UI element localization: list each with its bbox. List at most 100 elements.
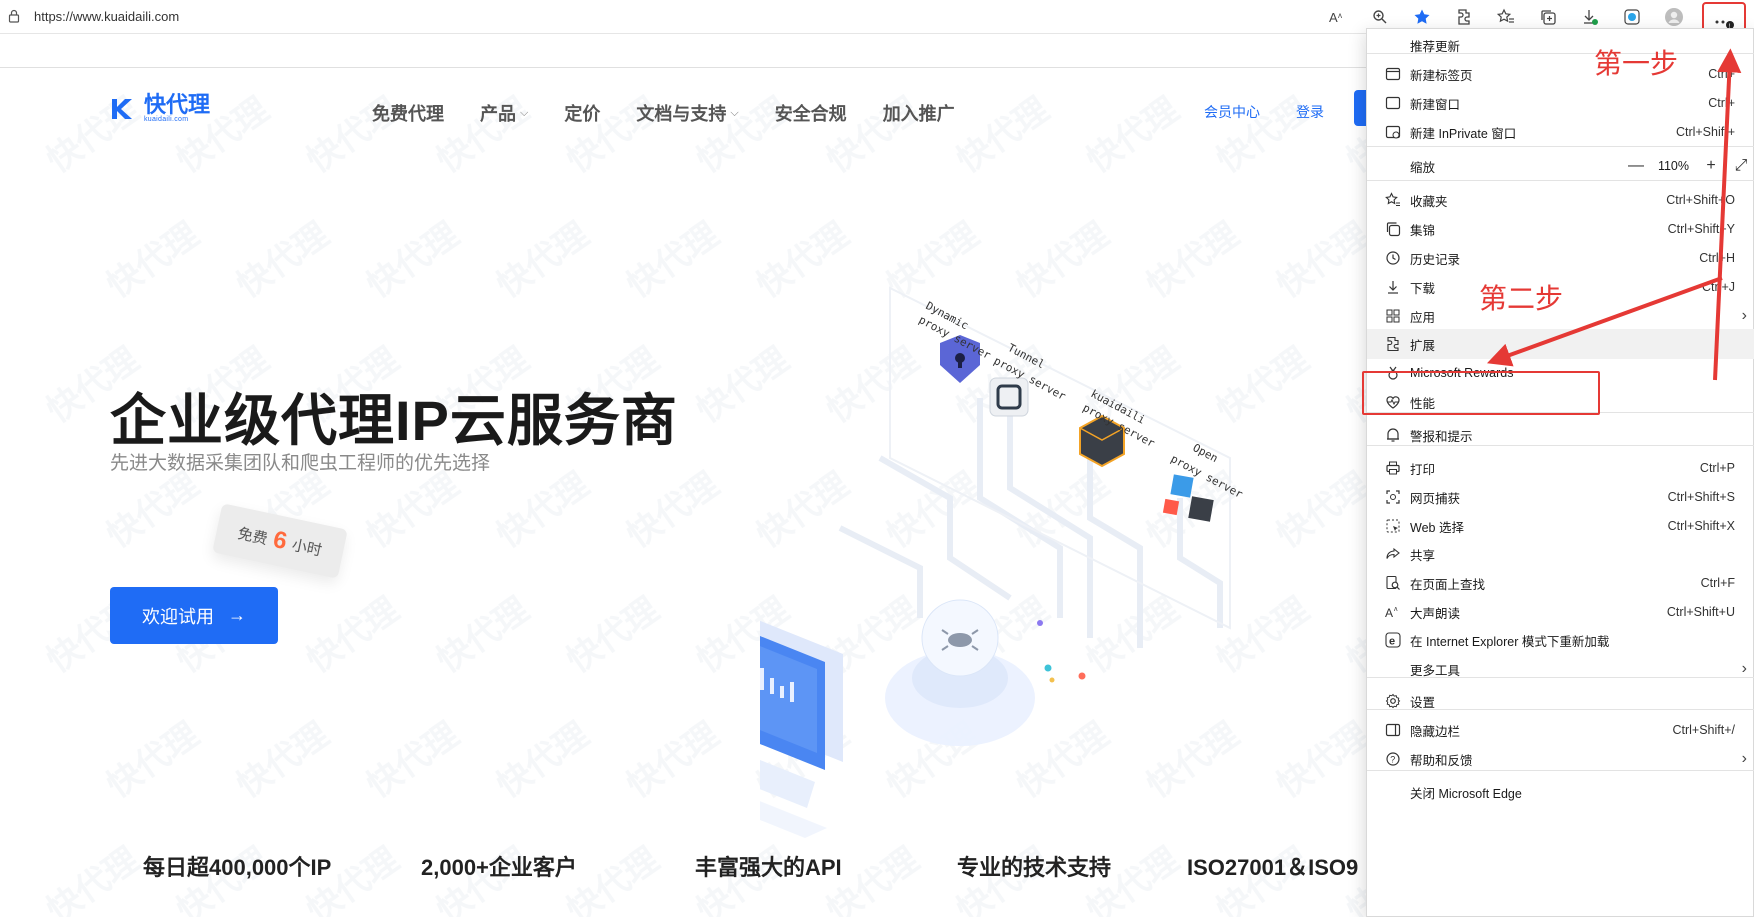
read-aloud-icon[interactable]: Aʌ: [1324, 4, 1352, 30]
sidebar-icon: [1383, 720, 1403, 740]
menu-item[interactable]: 收藏夹 Ctrl+Shift+O: [1367, 185, 1754, 215]
nav-item-label: 文档与支持: [636, 104, 727, 124]
menu-item[interactable]: 更多工具 ›: [1367, 654, 1754, 684]
bug-sphere: [885, 599, 1035, 746]
menu-item-shortcut: Ctrl+: [1708, 96, 1735, 110]
menu-item[interactable]: 隐藏边栏 Ctrl+Shift+/: [1367, 715, 1754, 745]
free-tag-suffix: 小时: [290, 536, 324, 560]
menu-item[interactable]: Web 选择 Ctrl+Shift+X: [1367, 511, 1754, 541]
free-trial-tag: 免费 6 小时: [212, 503, 348, 579]
menu-item[interactable]: 扩展: [1367, 329, 1754, 359]
nav-item[interactable]: 定价: [564, 100, 600, 126]
menu-item-label: 新建标签页: [1410, 68, 1473, 83]
menu-item-label: 在页面上查找: [1410, 577, 1486, 592]
nav-item[interactable]: 文档与支持 ⌵: [636, 100, 738, 126]
menu-item[interactable]: 历史记录 Ctrl+H: [1367, 243, 1754, 273]
url-text[interactable]: https://www.kuaidaili.com: [34, 9, 179, 24]
chevron-down-icon: ⌵: [520, 106, 529, 119]
watermark-text: 快代理: [360, 215, 466, 306]
menu-item-shortcut: Ctrl+Shift+S: [1667, 490, 1735, 504]
menu-item[interactable]: 警报和提示: [1367, 420, 1754, 450]
menu-item[interactable]: Aʌ 大声朗读 Ctrl+Shift+U: [1367, 597, 1754, 627]
nav-item[interactable]: 免费代理: [372, 100, 444, 126]
page-info-icon[interactable]: [8, 9, 20, 23]
menu-item[interactable]: 集锦 Ctrl+Shift+Y: [1367, 214, 1754, 244]
menu-item-shortcut: Ctrl+Shift+U: [1666, 605, 1735, 619]
nav-item[interactable]: 产品 ⌵: [480, 100, 528, 126]
menu-item-label: 应用: [1410, 310, 1436, 325]
menu-item[interactable]: 新建窗口 Ctrl+: [1367, 88, 1754, 118]
downloads-icon[interactable]: [1576, 4, 1604, 30]
menu-item[interactable]: 设置: [1367, 686, 1754, 716]
favorites-icon[interactable]: [1492, 4, 1520, 30]
chevron-right-icon: ›: [1741, 307, 1747, 324]
menu-item-shortcut: Ctrl+F: [1700, 576, 1735, 590]
zoom-icon[interactable]: [1366, 4, 1394, 30]
menu-item[interactable]: 新建标签页 Ctrl+: [1367, 59, 1754, 89]
print-icon: [1383, 458, 1403, 478]
zoom-out-button[interactable]: —: [1628, 157, 1644, 175]
menu-item[interactable]: 共享: [1367, 539, 1754, 569]
site-logo[interactable]: 快代理 kuaidaili.com: [110, 94, 210, 123]
nav-item[interactable]: 加入推广: [883, 100, 955, 126]
menu-item[interactable]: ? 帮助和反馈 ›: [1367, 744, 1754, 774]
zoom-control: — 110% + ⤢: [1628, 157, 1749, 175]
edge-icon[interactable]: [1618, 4, 1646, 30]
collections-icon[interactable]: [1534, 4, 1562, 30]
menu-item-label: 帮助和反馈: [1410, 753, 1473, 768]
ie-icon: e: [1383, 630, 1403, 650]
fullscreen-button[interactable]: ⤢: [1733, 157, 1749, 175]
profile-icon[interactable]: [1660, 4, 1688, 30]
step1-label: 第一步: [1594, 47, 1679, 80]
step2-label: 第二步: [1479, 282, 1564, 315]
menu-item-label: 下载: [1410, 281, 1436, 296]
help-icon: ?: [1383, 749, 1403, 769]
menu-item-label: 扩展: [1410, 338, 1436, 353]
logo-domain: kuaidaili.com: [144, 116, 189, 123]
favorite-star-icon[interactable]: [1408, 4, 1436, 30]
stat-item: ISO27001＆ISO9: [1187, 855, 1359, 880]
watermark-text: 快代理: [230, 215, 336, 306]
menu-item-shortcut: Ctrl+Shift+O: [1666, 193, 1735, 207]
menu-item[interactable]: 在页面上查找 Ctrl+F: [1367, 568, 1754, 598]
svg-text:ʌ: ʌ: [1394, 606, 1398, 613]
watermark-text: 快代理: [620, 215, 726, 306]
menu-item[interactable]: 推荐更新: [1367, 30, 1754, 60]
watermark-text: 快代理: [490, 215, 596, 306]
menu-item-label: 在 Internet Explorer 模式下重新加载: [1410, 634, 1610, 649]
menu-item-label: 共享: [1410, 548, 1436, 563]
menu-item[interactable]: 缩放 — 110% + ⤢: [1367, 151, 1754, 181]
try-now-button[interactable]: 欢迎试用 →: [110, 587, 278, 644]
web-select-icon: [1383, 516, 1403, 536]
extensions-icon[interactable]: [1450, 4, 1478, 30]
nav-item[interactable]: 安全合规: [775, 100, 847, 126]
menu-item-shortcut: Ctrl+J: [1702, 280, 1735, 294]
server-labels: Dynamic proxy server Tunnel proxy server…: [917, 299, 1246, 501]
menu-item[interactable]: 关闭 Microsoft Edge: [1367, 777, 1754, 807]
watermark-text: 快代理: [230, 715, 336, 806]
menu-item[interactable]: e 在 Internet Explorer 模式下重新加载: [1367, 625, 1754, 655]
menu-item-shortcut: Ctrl+Shift+: [1675, 125, 1735, 139]
zoom-value: 110%: [1657, 159, 1689, 173]
browser-toolbar: Aʌ !: [1324, 2, 1746, 46]
hero-title: 企业级代理IP云服务商: [110, 389, 678, 452]
menu-item[interactable]: 网页捕获 Ctrl+Shift+S: [1367, 482, 1754, 512]
alert-icon: [1383, 425, 1403, 445]
tunnel-server-badge: [989, 377, 1029, 417]
edge-settings-menu: 推荐更新 新建标签页 Ctrl+ 新建窗口 Ctrl+ 新建 InPrivate 窗口 Ct…: [1366, 28, 1754, 917]
menu-item-label: 推荐更新: [1410, 39, 1461, 54]
menu-item-label: 警报和提示: [1410, 429, 1473, 444]
member-center-link[interactable]: 会员中心: [1204, 102, 1260, 122]
login-link[interactable]: 登录: [1296, 102, 1324, 122]
chevron-right-icon: ›: [1741, 750, 1747, 767]
logo-text: 快代理: [144, 92, 211, 117]
watermark-text: 快代理: [40, 840, 146, 917]
zoom-in-button[interactable]: +: [1703, 157, 1719, 175]
menu-item[interactable]: 打印 Ctrl+P: [1367, 453, 1754, 483]
new-window-icon: [1383, 93, 1403, 113]
extensions-icon: [1383, 334, 1403, 354]
menu-item-label: 打印: [1410, 462, 1436, 477]
menu-item[interactable]: 新建 InPrivate 窗口 Ctrl+Shift+: [1367, 117, 1754, 147]
watermark-text: 快代理: [560, 590, 666, 681]
circuit-lines: [838, 378, 1223, 648]
